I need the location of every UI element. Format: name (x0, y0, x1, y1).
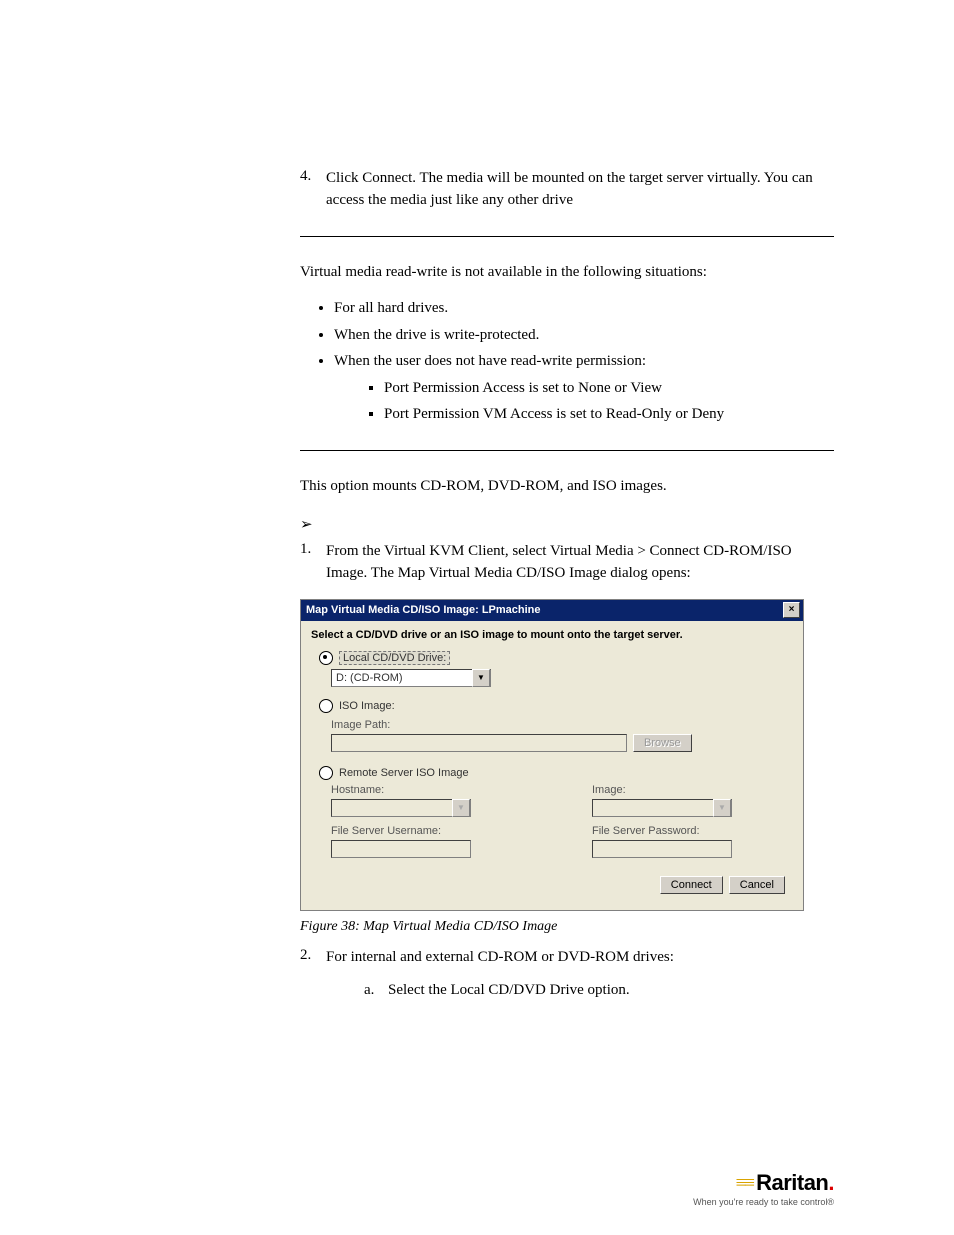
sub-bullet-item: Port Permission VM Access is set to Read… (384, 403, 834, 426)
step-1-number: 1. (300, 541, 326, 585)
substep-letter: a. (364, 982, 388, 999)
hostname-select[interactable]: ▼ (331, 799, 471, 817)
substep-text: Select the Local CD/DVD Drive option. (388, 982, 630, 999)
hostname-label: Hostname: (331, 784, 532, 796)
close-button[interactable]: × (783, 602, 800, 618)
bullet-item: When the drive is write-protected. (334, 324, 834, 347)
rw-intro-paragraph: Virtual media read-write is not availabl… (300, 261, 834, 284)
image-path-label: Image Path: (331, 719, 793, 731)
arrow-icon: ➢ (300, 515, 834, 533)
logo-icon: ≡≡ (736, 1173, 753, 1193)
image-label: Image: (592, 784, 793, 796)
local-drive-label: Local CD/DVD Drive: (339, 651, 450, 665)
chevron-down-icon: ▼ (713, 799, 731, 817)
chevron-down-icon: ▼ (472, 669, 490, 687)
brand-dot: . (828, 1170, 834, 1195)
fs-username-input[interactable] (331, 840, 471, 858)
step-1-text: From the Virtual KVM Client, select Virt… (326, 541, 834, 585)
step-2-number: 2. (300, 947, 326, 969)
fs-password-label: File Server Password: (592, 825, 793, 837)
fs-password-input[interactable] (592, 840, 732, 858)
bullet-item: For all hard drives. (334, 297, 834, 320)
divider (300, 236, 834, 237)
step-4-text: Click Connect. The media will be mounted… (326, 168, 834, 212)
image-select[interactable]: ▼ (592, 799, 732, 817)
mount-paragraph: This option mounts CD-ROM, DVD-ROM, and … (300, 475, 834, 498)
local-drive-value: D: (CD-ROM) (336, 672, 403, 684)
dialog-title-text: Map Virtual Media CD/ISO Image: LPmachin… (306, 604, 541, 616)
brand-name: Raritan (756, 1170, 828, 1195)
bullet-text: When the user does not have read-write p… (334, 353, 646, 369)
sub-bullet-item: Port Permission Access is set to None or… (384, 377, 834, 400)
footer: ≡≡ Raritan. When you're ready to take co… (693, 1170, 834, 1207)
local-drive-select[interactable]: D: (CD-ROM) ▼ (331, 669, 491, 687)
step-2-text: For internal and external CD-ROM or DVD-… (326, 947, 834, 969)
dialog-heading: Select a CD/DVD drive or an ISO image to… (311, 629, 793, 641)
iso-image-radio[interactable] (319, 699, 333, 713)
browse-button[interactable]: Browse (633, 734, 692, 752)
divider (300, 450, 834, 451)
remote-iso-label: Remote Server ISO Image (339, 767, 469, 779)
cancel-button[interactable]: Cancel (729, 876, 785, 894)
chevron-down-icon: ▼ (452, 799, 470, 817)
fs-username-label: File Server Username: (331, 825, 532, 837)
close-icon: × (789, 605, 795, 615)
figure-caption: Figure 38: Map Virtual Media CD/ISO Imag… (300, 919, 834, 935)
connect-button[interactable]: Connect (660, 876, 723, 894)
brand-tagline: When you're ready to take control® (693, 1197, 834, 1207)
map-virtual-media-dialog: Map Virtual Media CD/ISO Image: LPmachin… (300, 599, 804, 911)
iso-image-label: ISO Image: (339, 700, 395, 712)
remote-iso-radio[interactable] (319, 766, 333, 780)
dialog-titlebar: Map Virtual Media CD/ISO Image: LPmachin… (301, 600, 803, 621)
image-path-input[interactable] (331, 734, 627, 752)
step-4-number: 4. (300, 168, 326, 212)
brand-logo: ≡≡ Raritan. (693, 1170, 834, 1196)
local-drive-radio[interactable] (319, 651, 333, 665)
bullet-item: When the user does not have read-write p… (334, 350, 834, 426)
